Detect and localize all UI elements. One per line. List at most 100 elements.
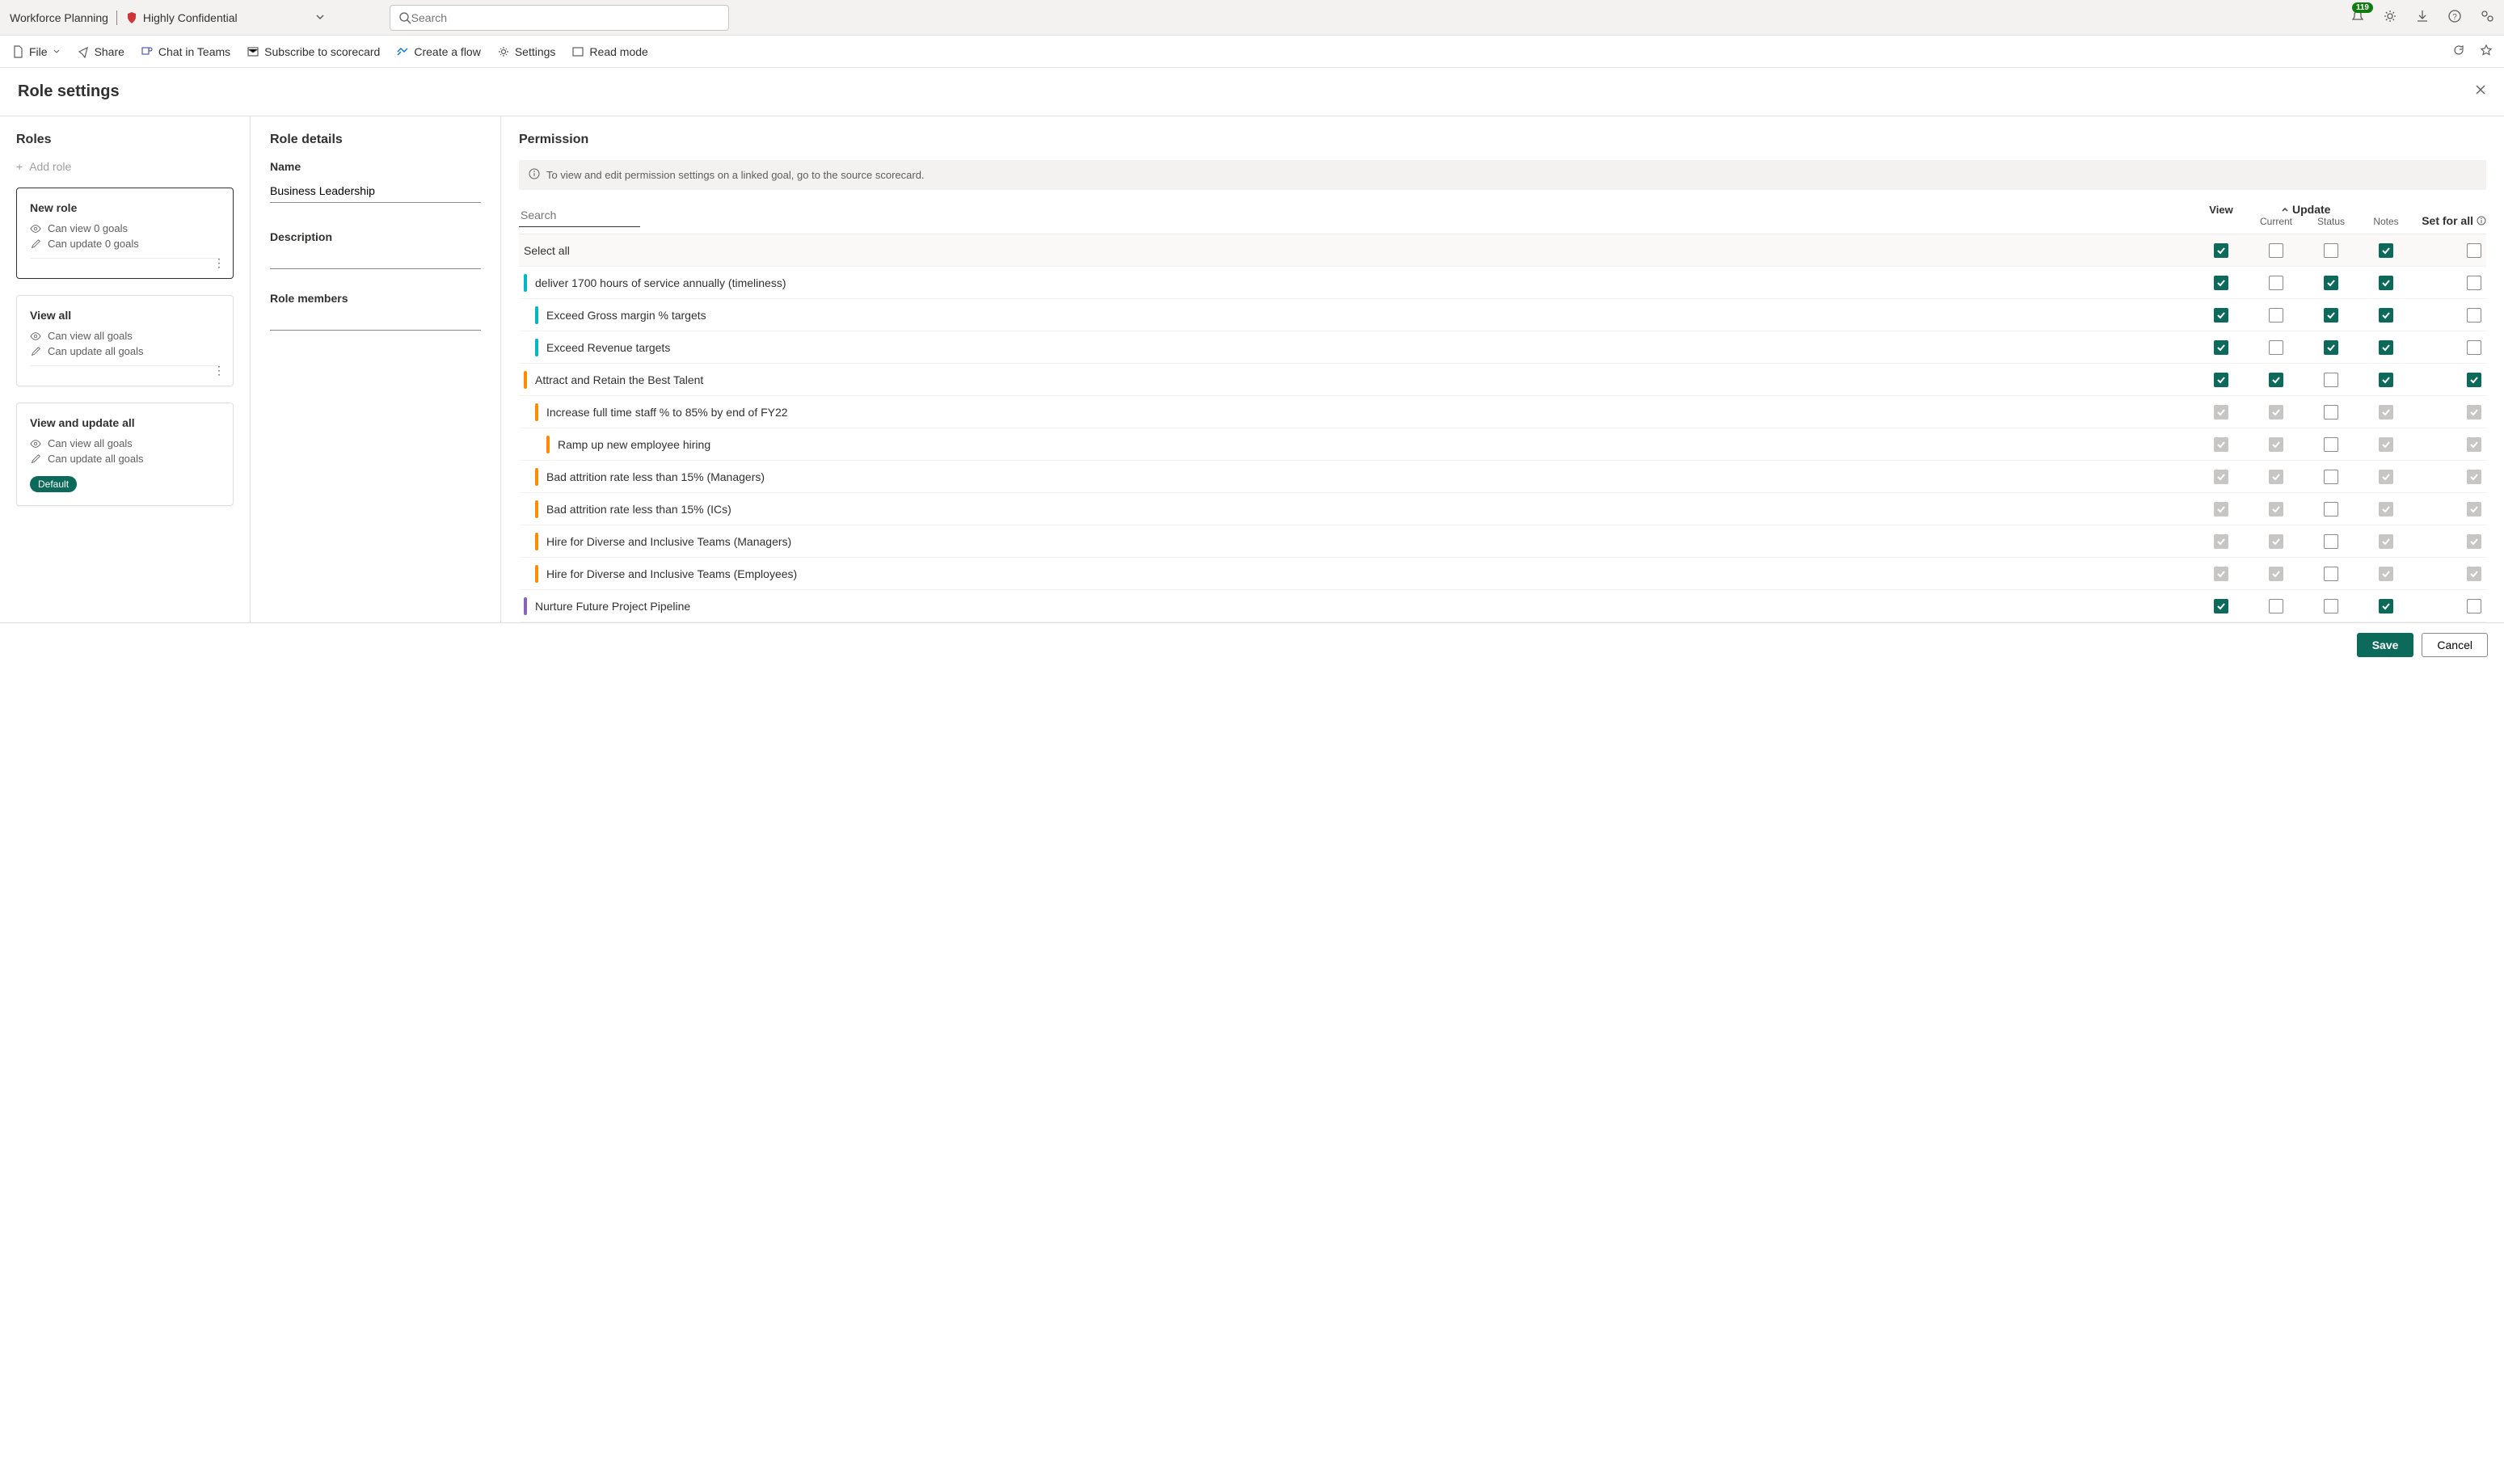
info-banner: To view and edit permission settings on … — [519, 160, 2486, 190]
checkbox-status[interactable] — [2324, 437, 2338, 452]
file-menu[interactable]: File — [11, 45, 61, 58]
permission-row: Bad attrition rate less than 15% (ICs) — [519, 493, 2486, 525]
checkbox-notes[interactable] — [2379, 599, 2393, 613]
checkbox-notes — [2379, 437, 2393, 452]
checkbox-notes[interactable] — [2379, 276, 2393, 290]
status-bar — [535, 565, 538, 583]
sensitivity-selector[interactable]: Highly Confidential — [125, 11, 325, 24]
members-input[interactable] — [270, 313, 481, 331]
checkbox-current[interactable] — [2269, 276, 2283, 290]
checkbox-notes[interactable] — [2379, 308, 2393, 323]
create-flow-button[interactable]: Create a flow — [396, 45, 480, 58]
col-view[interactable]: View — [2194, 204, 2249, 216]
checkbox-setforall[interactable] — [2467, 308, 2481, 323]
checkbox-current[interactable] — [2269, 340, 2283, 355]
read-mode-button[interactable]: Read mode — [571, 45, 647, 58]
refresh-icon[interactable] — [2452, 44, 2465, 59]
permission-row: Increase full time staff % to 85% by end… — [519, 396, 2486, 428]
checkbox-status[interactable] — [2324, 340, 2338, 355]
checkbox-view[interactable] — [2214, 308, 2228, 323]
checkbox-status[interactable] — [2324, 599, 2338, 613]
checkbox-status[interactable] — [2324, 567, 2338, 581]
role-name-input[interactable] — [270, 181, 481, 203]
checkbox-setforall — [2467, 534, 2481, 549]
checkbox-setforall[interactable] — [2467, 340, 2481, 355]
checkbox-notes[interactable] — [2379, 373, 2393, 387]
permission-header: View Update Current Status — [519, 198, 2486, 234]
cancel-button[interactable]: Cancel — [2422, 633, 2488, 657]
checkbox-current[interactable] — [2269, 243, 2283, 258]
checkbox-status[interactable] — [2324, 405, 2338, 419]
info-icon — [529, 168, 540, 182]
checkbox-view[interactable] — [2214, 243, 2228, 258]
checkbox-status[interactable] — [2324, 308, 2338, 323]
checkbox-current[interactable] — [2269, 308, 2283, 323]
download-icon[interactable] — [2415, 9, 2430, 26]
permission-row: deliver 1700 hours of service annually (… — [519, 267, 2486, 299]
role-card[interactable]: View and update allCan view all goalsCan… — [16, 403, 234, 506]
checkbox-current — [2269, 502, 2283, 516]
status-bar — [535, 500, 538, 518]
add-role-button[interactable]: + Add role — [16, 160, 234, 173]
checkbox-setforall[interactable] — [2467, 373, 2481, 387]
checkbox-setforall — [2467, 437, 2481, 452]
close-button[interactable] — [2475, 84, 2486, 99]
col-update[interactable]: Update — [2281, 203, 2330, 216]
checkbox-current[interactable] — [2269, 599, 2283, 613]
status-bar — [524, 274, 527, 292]
checkbox-setforall[interactable] — [2467, 243, 2481, 258]
checkbox-status[interactable] — [2324, 276, 2338, 290]
checkbox-current[interactable] — [2269, 373, 2283, 387]
checkbox-view — [2214, 567, 2228, 581]
status-bar — [535, 533, 538, 550]
permission-row: Hire for Diverse and Inclusive Teams (Ma… — [519, 525, 2486, 558]
permission-row: Hire for Diverse and Inclusive Teams (Em… — [519, 558, 2486, 590]
share-button[interactable]: Share — [77, 45, 124, 58]
help-icon[interactable]: ? — [2447, 9, 2462, 26]
checkbox-setforall — [2467, 405, 2481, 419]
search-input[interactable] — [411, 11, 720, 24]
goal-label: Select all — [524, 244, 2194, 257]
subscribe-button[interactable]: Subscribe to scorecard — [247, 45, 380, 58]
checkbox-setforall — [2467, 567, 2481, 581]
checkbox-setforall — [2467, 470, 2481, 484]
shield-icon — [125, 11, 138, 24]
account-icon[interactable] — [2480, 9, 2494, 26]
role-card[interactable]: New roleCan view 0 goalsCan update 0 goa… — [16, 188, 234, 279]
save-button[interactable]: Save — [2357, 633, 2414, 657]
checkbox-view[interactable] — [2214, 373, 2228, 387]
plus-icon: + — [16, 160, 23, 173]
permission-search-input[interactable] — [519, 205, 640, 227]
global-search[interactable] — [390, 5, 729, 31]
status-bar — [535, 306, 538, 324]
notifications-button[interactable]: 119 — [2350, 9, 2365, 26]
checkbox-status[interactable] — [2324, 243, 2338, 258]
more-icon[interactable]: ⋮ — [213, 364, 225, 377]
checkbox-notes[interactable] — [2379, 243, 2393, 258]
subscribe-label: Subscribe to scorecard — [264, 45, 380, 58]
favorite-icon[interactable] — [2480, 44, 2493, 59]
settings-gear-icon[interactable] — [2383, 9, 2397, 26]
goal-label: Hire for Diverse and Inclusive Teams (Em… — [546, 567, 2194, 580]
checkbox-status[interactable] — [2324, 373, 2338, 387]
col-current: Current — [2249, 216, 2304, 227]
checkbox-status[interactable] — [2324, 502, 2338, 516]
permission-rows: Select all deliver 1700 hours of service … — [519, 234, 2486, 622]
col-setforall[interactable]: Set for all — [2413, 214, 2486, 227]
checkbox-status[interactable] — [2324, 470, 2338, 484]
more-icon[interactable]: ⋮ — [213, 256, 225, 270]
role-title: View and update all — [30, 416, 220, 429]
checkbox-view[interactable] — [2214, 276, 2228, 290]
checkbox-notes[interactable] — [2379, 340, 2393, 355]
settings-button[interactable]: Settings — [497, 45, 556, 58]
checkbox-view — [2214, 502, 2228, 516]
chat-teams-button[interactable]: Chat in Teams — [141, 45, 230, 58]
checkbox-setforall[interactable] — [2467, 276, 2481, 290]
description-input[interactable] — [270, 251, 481, 269]
checkbox-view[interactable] — [2214, 599, 2228, 613]
checkbox-view[interactable] — [2214, 340, 2228, 355]
checkbox-status[interactable] — [2324, 534, 2338, 549]
role-card[interactable]: View allCan view all goalsCan update all… — [16, 295, 234, 386]
checkbox-setforall[interactable] — [2467, 599, 2481, 613]
ribbon: File Share Chat in Teams Subscribe to sc… — [0, 36, 2504, 68]
